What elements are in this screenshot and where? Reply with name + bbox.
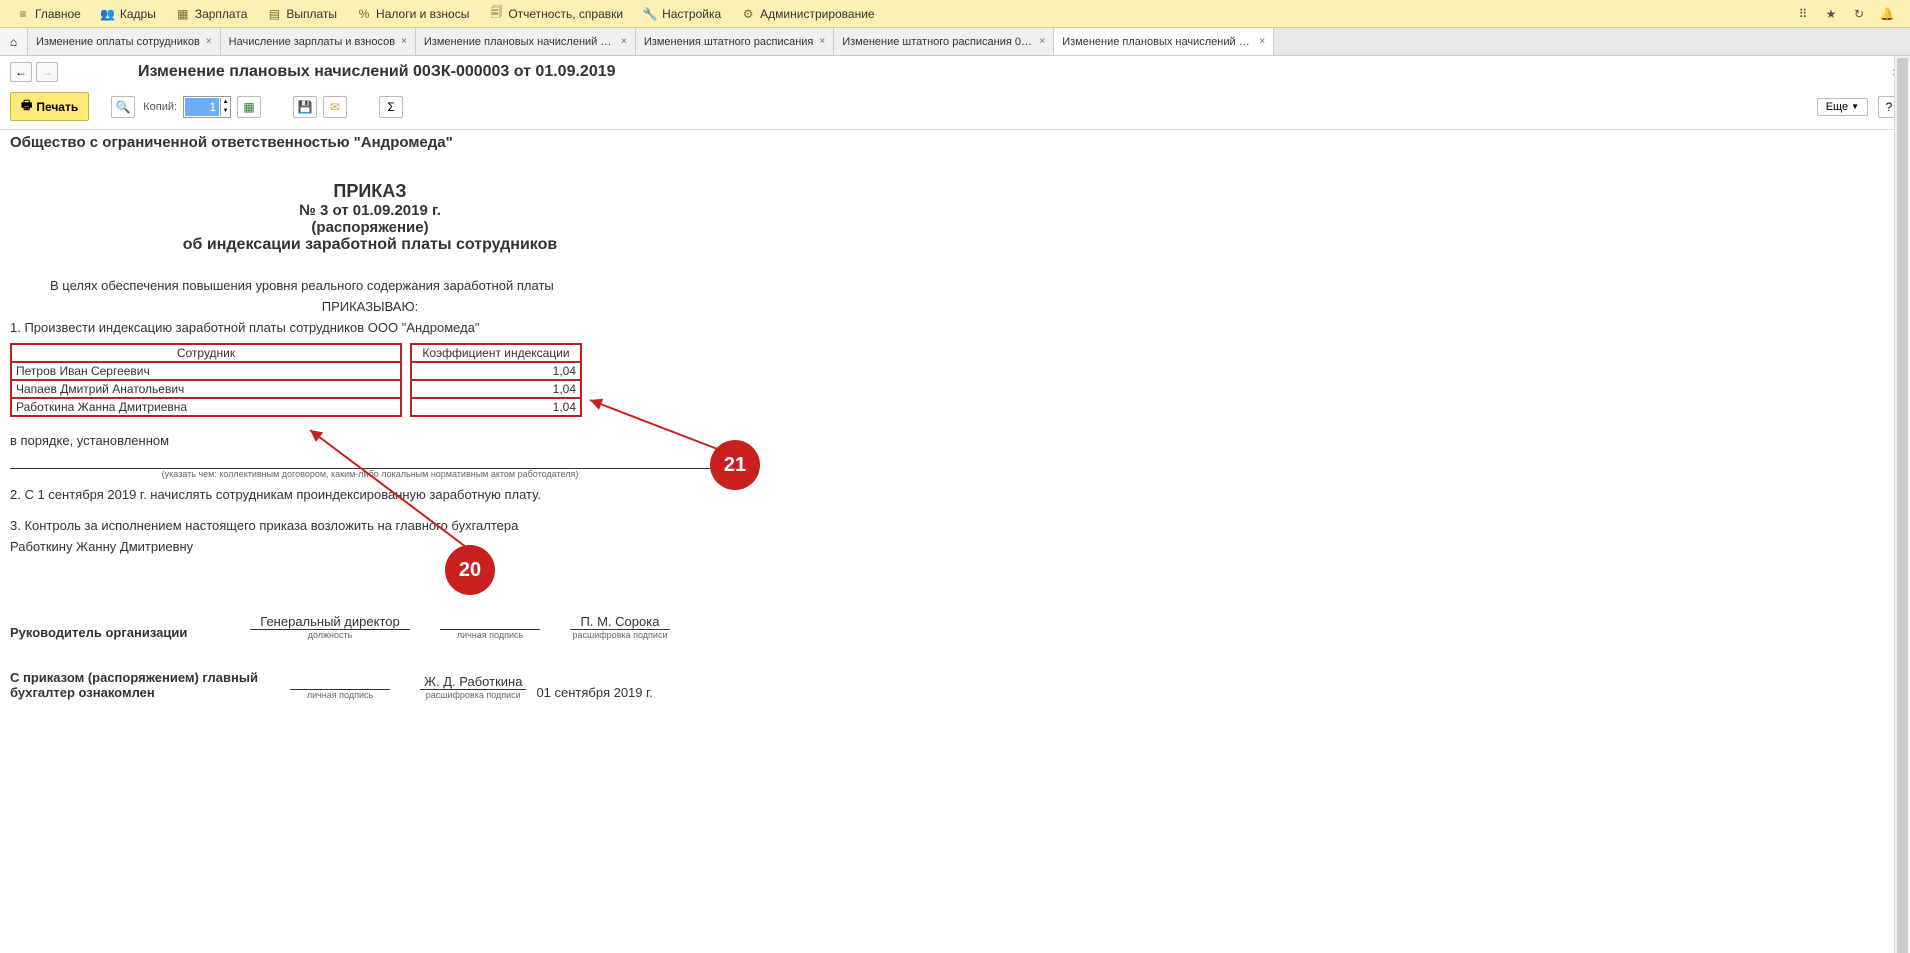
top-right-icons: ⠿ ★ ↻ 🔔: [1794, 5, 1904, 23]
preview-button[interactable]: 🔍: [111, 96, 135, 118]
apps-icon[interactable]: ⠿: [1794, 5, 1812, 23]
menu-otchet[interactable]: 🗐Отчетность, справки: [479, 0, 633, 27]
list-icon: ▤: [267, 7, 281, 21]
table-row: Работкина Жанна Дмитриевна 1,04: [11, 398, 581, 416]
copies-input[interactable]: 1 ▲▼: [183, 96, 231, 118]
print-button[interactable]: 🖶Печать: [10, 92, 89, 121]
mail-button[interactable]: ✉: [323, 96, 347, 118]
close-icon[interactable]: ×: [206, 36, 212, 47]
menu-nalogi[interactable]: %Налоги и взносы: [347, 0, 479, 27]
close-icon[interactable]: ×: [1259, 36, 1265, 47]
nav-back-button[interactable]: ←: [10, 62, 32, 82]
tab-4[interactable]: Изменения штатного расписания×: [636, 28, 834, 55]
signature-block: Руководитель организации Генеральный дир…: [10, 614, 1900, 700]
intro-text: В целях обеспечения повышения уровня реа…: [50, 278, 1900, 293]
close-icon[interactable]: ×: [819, 36, 825, 47]
paragraph-2: 2. С 1 сентября 2019 г. начислять сотруд…: [10, 487, 1900, 502]
sig1-label: Руководитель организации: [10, 625, 220, 640]
annotation-badge-20: 20: [445, 545, 495, 595]
nav-forward-button[interactable]: →: [36, 62, 58, 82]
excel-button[interactable]: ▦: [237, 96, 261, 118]
sig2-label: С приказом (распоряжением) главный бухга…: [10, 670, 260, 700]
tabs-bar: ⌂ Изменение оплаты сотрудников× Начислен…: [0, 28, 1910, 56]
paragraph-1: 1. Произвести индексацию заработной плат…: [10, 320, 1900, 335]
doc-subtitle1: (распоряжение): [10, 219, 730, 236]
note-hint: (указать чем: коллективным договором, ка…: [10, 469, 730, 479]
spin-down[interactable]: ▼: [220, 107, 230, 116]
toolbar: 🖶Печать 🔍 Копий: 1 ▲▼ ▦ 💾 ✉ Σ Еще▼ ?: [0, 88, 1910, 129]
sig1-sign: [440, 614, 540, 630]
gear-icon: ⚙: [741, 7, 755, 21]
document-body: Общество с ограниченной ответственностью…: [0, 130, 1910, 770]
th-coefficient: Коэффициент индексации: [411, 344, 581, 362]
save-button[interactable]: 💾: [293, 96, 317, 118]
sig2-sign: [290, 674, 390, 690]
bell-icon[interactable]: 🔔: [1878, 5, 1896, 23]
home-tab[interactable]: ⌂: [0, 28, 28, 55]
menu-admin[interactable]: ⚙Администрирование: [731, 0, 884, 27]
people-icon: 👥: [101, 7, 115, 21]
doc-number: № 3 от 01.09.2019 г.: [10, 202, 730, 219]
close-icon[interactable]: ×: [401, 36, 407, 47]
tab-6-active[interactable]: Изменение плановых начислений 00ЗК-00000…: [1054, 28, 1274, 55]
copies-label: Копий:: [143, 101, 177, 113]
org-name: Общество с ограниченной ответственностью…: [10, 134, 1900, 151]
table-row: Петров Иван Сергеевич 1,04: [11, 362, 581, 380]
doc-title: ПРИКАЗ: [10, 181, 730, 202]
tab-3[interactable]: Изменение плановых начислений 00ЗК-00000…: [416, 28, 636, 55]
vertical-scrollbar[interactable]: [1894, 56, 1910, 953]
doc-header: ПРИКАЗ № 3 от 01.09.2019 г. (распоряжени…: [10, 181, 730, 254]
th-employee: Сотрудник: [11, 344, 401, 362]
poradke-text: в порядке, установленном: [10, 433, 1900, 448]
table-row: Чапаев Дмитрий Анатольевич 1,04: [11, 380, 581, 398]
sum-button[interactable]: Σ: [379, 96, 403, 118]
close-icon[interactable]: ×: [621, 36, 627, 47]
sig1-position: Генеральный директор: [250, 614, 410, 630]
tab-2[interactable]: Начисление зарплаты и взносов×: [221, 28, 416, 55]
printer-icon: 🖶: [21, 96, 32, 117]
employee-table: Сотрудник Коэффициент индексации Петров …: [10, 343, 582, 417]
document-scroll[interactable]: Общество с ограниченной ответственностью…: [0, 129, 1910, 953]
doc-subtitle2: об индексации заработной платы сотрудник…: [10, 236, 730, 254]
menu-nastroika[interactable]: 🔧Настройка: [633, 0, 731, 27]
page-title: Изменение плановых начислений 00ЗК-00000…: [138, 63, 616, 81]
star-icon[interactable]: ★: [1822, 5, 1840, 23]
annotation-badge-21: 21: [710, 440, 760, 490]
wrench-icon: 🔧: [643, 7, 657, 21]
sig1-name: П. М. Сорока: [570, 614, 670, 630]
menu-vyplaty[interactable]: ▤Выплаты: [257, 0, 347, 27]
menu-kadry[interactable]: 👥Кадры: [91, 0, 166, 27]
home-icon: ⌂: [10, 35, 17, 49]
top-menu-bar: ≡Главное 👥Кадры ▦Зарплата ▤Выплаты %Нало…: [0, 0, 1910, 28]
tab-5[interactable]: Изменение штатного расписания 00ЗК-00000…: [834, 28, 1054, 55]
menu-icon: ≡: [16, 7, 30, 21]
menu-main[interactable]: ≡Главное: [6, 0, 91, 27]
spin-up[interactable]: ▲: [220, 98, 230, 107]
menu-zarplata[interactable]: ▦Зарплата: [166, 0, 258, 27]
doc-icon: 🗐: [489, 7, 503, 21]
paragraph-3a: 3. Контроль за исполнением настоящего пр…: [10, 518, 1900, 533]
percent-icon: %: [357, 7, 371, 21]
tab-1[interactable]: Изменение оплаты сотрудников×: [28, 28, 221, 55]
scrollbar-thumb[interactable]: [1897, 58, 1908, 953]
prikazyvayu: ПРИКАЗЫВАЮ:: [240, 299, 500, 314]
close-icon[interactable]: ×: [1039, 36, 1045, 47]
more-button[interactable]: Еще▼: [1817, 98, 1868, 116]
magnify-icon: 🔍: [116, 100, 131, 114]
history-icon[interactable]: ↻: [1850, 5, 1868, 23]
paragraph-3b: Работкину Жанну Дмитриевну: [10, 539, 1900, 554]
content-area: ← → Изменение плановых начислений 00ЗК-0…: [0, 56, 1910, 953]
page-title-bar: ← → Изменение плановых начислений 00ЗК-0…: [0, 56, 1910, 88]
sig2-date: 01 сентября 2019 г.: [536, 685, 652, 700]
chevron-down-icon: ▼: [1851, 102, 1859, 111]
grid-icon: ▦: [176, 7, 190, 21]
sig2-name: Ж. Д. Работкина: [420, 674, 526, 690]
